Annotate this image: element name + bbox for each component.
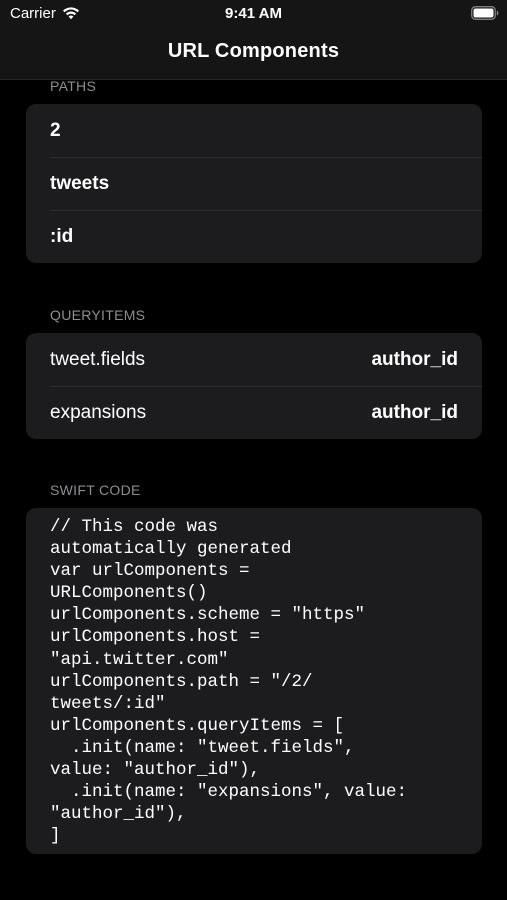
status-bar: Carrier 9:41 AM [0, 0, 507, 28]
swift-code-block[interactable]: // This code was automatically generated… [26, 508, 482, 854]
code-line: URLComponents() [50, 583, 208, 604]
path-label: 2 [50, 119, 61, 141]
code-line: .init(name: "tweet.fields", [50, 737, 355, 758]
code-line: value: "author_id"), [50, 760, 261, 781]
query-item-value: author_id [371, 401, 458, 423]
battery-icon [471, 6, 499, 20]
path-label: :id [50, 225, 74, 247]
queryitems-list: tweet.fields author_id expansions author… [26, 333, 482, 439]
code-line: urlComponents.path = "/2/ [50, 671, 313, 692]
page-title: URL Components [167, 40, 340, 62]
path-row[interactable]: 2 [26, 104, 482, 157]
status-time: 9:41 AM [225, 5, 282, 22]
swift-code-section-header: SWIFT CODE [50, 482, 141, 498]
query-item-row[interactable]: expansions author_id [26, 386, 482, 439]
code-line: ] [50, 826, 61, 847]
code-line: "api.twitter.com" [50, 649, 229, 670]
path-row[interactable]: tweets [26, 157, 482, 210]
code-line: "author_id"), [50, 804, 187, 825]
code-line: .init(name: "expansions", value: [50, 782, 408, 803]
code-line: urlComponents.scheme = "https" [50, 605, 366, 626]
query-item-value: author_id [371, 348, 458, 370]
navigation-bar: Carrier 9:41 AM URL Components [0, 0, 507, 80]
query-item-name: expansions [50, 401, 147, 423]
queryitems-section-header: QUERYITEMS [50, 307, 146, 323]
query-item-row[interactable]: tweet.fields author_id [26, 333, 482, 386]
code-line: var urlComponents = [50, 561, 250, 582]
path-row[interactable]: :id [26, 210, 482, 263]
paths-list: 2 tweets :id [26, 104, 482, 263]
code-line: // This code was [50, 517, 219, 537]
code-line: automatically generated [50, 539, 292, 560]
code-line: urlComponents.host = [50, 627, 261, 648]
paths-section-header: PATHS [50, 78, 97, 94]
query-item-name: tweet.fields [50, 348, 146, 370]
path-label: tweets [50, 172, 110, 194]
code-line: urlComponents.queryItems = [ [50, 715, 345, 736]
code-line: tweets/:id" [50, 693, 166, 714]
